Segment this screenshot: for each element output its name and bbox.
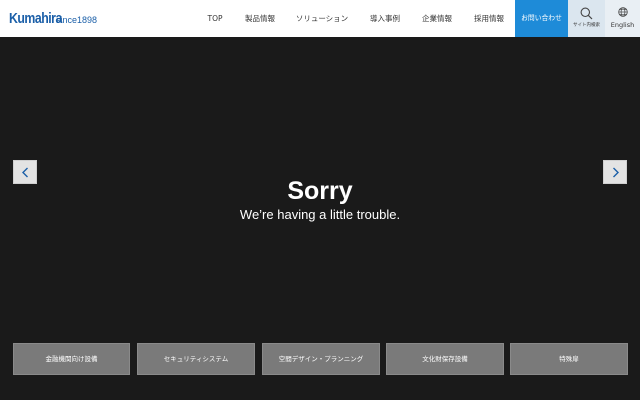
- error-message: We’re having a little trouble.: [239, 207, 401, 222]
- nav-company[interactable]: 企業情報: [422, 0, 452, 37]
- site-header: Kumahira since1898 TOP 製品情報 ソリューション 導入事例…: [0, 0, 640, 37]
- nav-solutions[interactable]: ソリューション: [296, 0, 348, 37]
- category-links: 金融機関向け設備 セキュリティシステム 空間デザイン・プランニング 文化財保存設…: [0, 343, 640, 375]
- globe-icon: [618, 7, 628, 17]
- nav-products[interactable]: 製品情報: [245, 0, 275, 37]
- logo-since: since1898: [56, 15, 98, 25]
- site-search-button[interactable]: サイト内検索: [568, 0, 605, 37]
- category-special-doors[interactable]: 特殊扉: [510, 343, 628, 375]
- nav-recruit[interactable]: 採用情報: [474, 0, 504, 37]
- nav-top[interactable]: TOP: [207, 0, 222, 37]
- category-security-systems[interactable]: セキュリティシステム: [137, 343, 255, 375]
- error-title: Sorry: [287, 177, 353, 205]
- site-search-label: サイト内検索: [573, 23, 600, 28]
- category-financial-equipment[interactable]: 金融機関向け設備: [13, 343, 130, 375]
- category-space-design[interactable]: 空間デザイン・プランニング: [262, 343, 380, 375]
- language-english-button[interactable]: English: [605, 0, 640, 37]
- logo-wordmark: Kumahira: [9, 10, 62, 27]
- nav-case-studies[interactable]: 導入事例: [370, 0, 400, 37]
- search-icon: [580, 7, 593, 20]
- language-label: English: [610, 21, 635, 29]
- category-cultural-property[interactable]: 文化財保存設備: [386, 343, 504, 375]
- kumahira-logo[interactable]: Kumahira since1898: [9, 10, 97, 28]
- contact-button[interactable]: お問い合わせ: [515, 0, 568, 37]
